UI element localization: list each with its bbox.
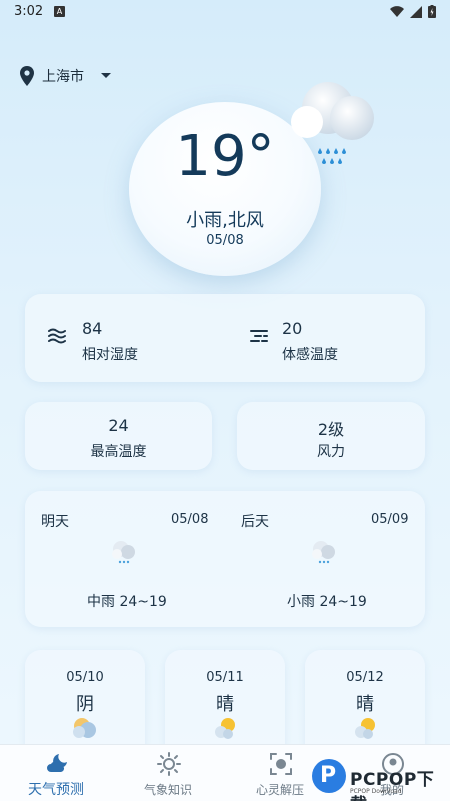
watermark: P PCPOP下载 PCPOP Download xyxy=(310,758,450,801)
sun-cloud-icon xyxy=(215,718,235,739)
location-pin-icon xyxy=(20,66,34,86)
daily-weather: 晴 xyxy=(216,694,234,715)
watermark-subtext: PCPOP Download xyxy=(350,788,402,795)
overcast-icon xyxy=(73,718,96,738)
sun-cloud-icon xyxy=(355,718,375,739)
status-icons xyxy=(390,5,436,18)
watermark-logo-letter: P xyxy=(320,763,337,788)
daily-date: 05/10 xyxy=(66,670,104,685)
feels-like-label: 体感温度 xyxy=(282,347,338,363)
watermark-text: PCPOP下载 xyxy=(350,770,435,801)
wifi-icon xyxy=(390,5,404,17)
tab-weather-forecast[interactable]: 天气预测 xyxy=(0,745,112,801)
feels-like-icon xyxy=(250,330,268,342)
forecast-card: 明天 05/08 中雨 24~19 后天 05/09 小雨 24~19 xyxy=(25,491,425,627)
cloud-rain-small-icon xyxy=(312,541,335,564)
current-condition: 小雨,北风 xyxy=(186,210,264,231)
sun-icon xyxy=(157,752,181,776)
current-date: 05/08 xyxy=(206,233,244,248)
cloud-rain-small-icon xyxy=(112,541,135,564)
forecast-summary: 中雨 24~19 xyxy=(87,594,167,610)
tab-label: 气象知识 xyxy=(143,783,192,797)
status-bar: 3:02 A xyxy=(0,0,450,26)
forecast-day: 后天 xyxy=(241,514,269,530)
cloud-rain-icon xyxy=(291,82,374,164)
dropdown-arrow-icon xyxy=(101,73,111,78)
notification-a-icon: A xyxy=(54,6,65,17)
location-selector[interactable]: 上海市 xyxy=(20,66,112,86)
humidity-wave-icon xyxy=(48,328,66,344)
daily-date: 05/11 xyxy=(206,670,244,685)
forecast-date: 05/08 xyxy=(171,512,209,527)
focus-icon xyxy=(270,753,292,775)
tab-weather-knowledge[interactable]: 气象知识 xyxy=(112,745,224,801)
cloud-moon-icon xyxy=(47,754,67,772)
location-city: 上海市 xyxy=(42,69,84,85)
tab-label: 天气预测 xyxy=(28,782,84,798)
forecast-summary: 小雨 24~19 xyxy=(287,594,367,610)
status-time: 3:02 xyxy=(14,4,44,19)
daily-weather: 阴 xyxy=(76,694,94,715)
wind-card: 2级 风力 xyxy=(237,402,425,470)
max-temp-card: 24 最高温度 xyxy=(25,402,212,470)
daily-weather: 晴 xyxy=(356,694,374,715)
signal-icon xyxy=(410,5,422,18)
max-temp-label: 最高温度 xyxy=(90,444,147,460)
wind-value: 2级 xyxy=(317,420,345,439)
feels-like-value: 20 xyxy=(282,319,303,338)
humidity-value: 84 xyxy=(82,319,103,338)
humidity-card: 84 相对湿度 20 体感温度 xyxy=(25,294,425,382)
battery-icon xyxy=(428,5,436,18)
forecast-date: 05/09 xyxy=(371,512,409,527)
wind-label: 风力 xyxy=(317,444,345,460)
humidity-label: 相对湿度 xyxy=(82,347,138,363)
forecast-day: 明天 xyxy=(41,514,69,530)
daily-date: 05/12 xyxy=(346,670,384,685)
max-temp-value: 24 xyxy=(108,416,129,435)
